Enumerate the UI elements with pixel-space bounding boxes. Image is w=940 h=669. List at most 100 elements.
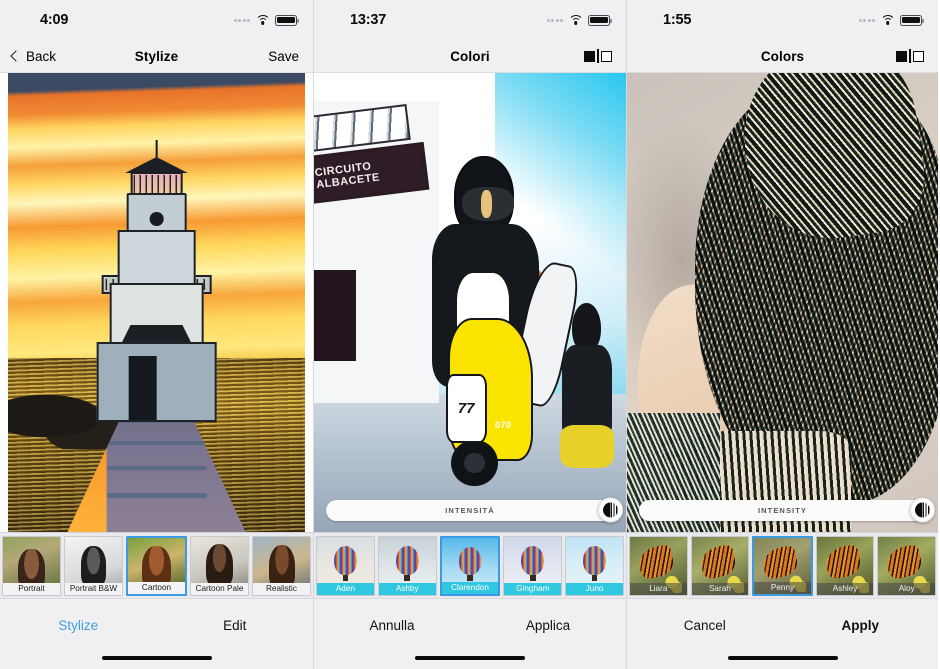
filter-thumb-cartoon[interactable]: Cartoon <box>126 536 187 596</box>
filter-thumb-ashby[interactable]: Ashby <box>377 536 437 596</box>
image-canvas[interactable]: CIRCUITO ALBACETE 77 070 INTENSITÀ <box>314 73 626 532</box>
status-time: 13:37 <box>350 12 387 28</box>
slider-track[interactable]: INTENSITY <box>639 497 935 523</box>
filter-thumb-juno[interactable]: Juno <box>565 536 624 596</box>
back-button[interactable]: Back <box>10 40 57 72</box>
chevron-left-icon <box>10 50 22 62</box>
filter-thumb-aden[interactable]: Aden <box>316 536 375 596</box>
filter-label: Penny <box>754 581 811 594</box>
contrast-icon <box>603 502 618 518</box>
nav-bar: Back Stylize Save <box>0 40 313 73</box>
base-level <box>96 341 217 422</box>
filter-label: Cartoon <box>128 581 185 594</box>
filter-strip[interactable]: Liara Sarah Penny Ashley Aloy <box>627 532 938 598</box>
race-number-secondary: 070 <box>494 420 512 431</box>
nav-bar: Colors <box>627 40 938 73</box>
filter-label: Aden <box>317 582 374 595</box>
filter-label: Ashley <box>816 582 874 595</box>
bottom-actions: Stylize Edit <box>0 599 313 647</box>
slider-label: INTENSITY <box>757 505 808 515</box>
contrast-icon <box>915 502 930 518</box>
bottom-bar: Cancel Apply <box>627 598 938 669</box>
intensity-slider[interactable]: INTENSITY <box>639 497 935 523</box>
filter-label: Ashby <box>378 582 436 595</box>
filter-label: Sarah <box>691 582 749 595</box>
slider-knob[interactable] <box>910 497 935 523</box>
race-number: 77 <box>445 374 487 443</box>
cancel-button[interactable]: Cancel <box>627 614 783 633</box>
screenshot-root: 4:09 Back Stylize Save Portrait Portrait… <box>0 0 940 669</box>
canopy <box>314 103 411 152</box>
wifi-icon <box>880 14 895 26</box>
filter-label: Liara <box>630 582 687 595</box>
filter-thumb-portrait-bw[interactable]: Portrait B&W <box>64 536 123 596</box>
status-bar: 4:09 <box>0 0 313 40</box>
status-time: 4:09 <box>40 12 69 28</box>
page-title: Colors <box>760 48 805 64</box>
cancel-button[interactable]: Annulla <box>314 614 470 633</box>
slider-knob[interactable] <box>598 497 623 523</box>
filter-strip[interactable]: Portrait Portrait B&W Cartoon Cartoon Pa… <box>0 532 313 598</box>
bottom-bar: Annulla Applica <box>314 598 626 669</box>
phone-screen-colori: 13:37 Colori CIRCUITO ALBACETE 77 070 IN… <box>313 0 627 669</box>
status-bar: 13:37 <box>314 0 626 40</box>
slider-track[interactable]: INTENSITÀ <box>326 497 623 523</box>
back-button-label: Back <box>26 48 57 64</box>
portrait-artwork <box>627 73 938 532</box>
filter-thumb-liara[interactable]: Liara <box>629 536 688 596</box>
signal-icon <box>233 18 250 22</box>
filter-thumb-cartoon-pale[interactable]: Cartoon Pale <box>190 536 249 596</box>
compare-button[interactable] <box>584 40 612 72</box>
compare-icon <box>896 49 924 63</box>
lantern-roof <box>125 156 188 173</box>
filter-thumb-ashley[interactable]: Ashley <box>815 536 875 596</box>
save-button-label: Save <box>268 48 299 64</box>
tab-stylize[interactable]: Stylize <box>0 614 157 633</box>
page-title: Colori <box>450 48 490 64</box>
garage-opening <box>314 270 357 362</box>
filter-thumb-realistic[interactable]: Realistic <box>252 536 311 596</box>
filter-thumb-penny[interactable]: Penny <box>752 536 813 596</box>
signal-icon <box>546 18 563 22</box>
filter-thumb-clarendon[interactable]: Clarendon <box>439 536 501 596</box>
status-bar: 1:55 <box>627 0 938 40</box>
motorcycle-artwork: CIRCUITO ALBACETE 77 070 <box>314 73 626 532</box>
apply-button[interactable]: Apply <box>783 614 939 633</box>
intensity-slider[interactable]: INTENSITÀ <box>326 497 623 523</box>
spire <box>155 139 158 159</box>
second-rider <box>557 302 619 468</box>
front-wheel <box>451 439 498 487</box>
upper-level <box>117 230 196 289</box>
filter-thumb-portrait[interactable]: Portrait <box>2 536 61 596</box>
filter-label: Gingham <box>504 582 562 595</box>
mid-level <box>109 283 204 348</box>
image-canvas[interactable]: INTENSITY <box>627 73 938 532</box>
wifi-icon <box>568 14 583 26</box>
battery-icon <box>588 14 613 26</box>
home-indicator <box>0 647 313 669</box>
bottom-actions: Annulla Applica <box>314 599 626 647</box>
filter-label: Realistic <box>253 582 310 595</box>
home-indicator <box>314 647 626 669</box>
apply-button[interactable]: Applica <box>470 614 626 633</box>
filter-strip[interactable]: Aden Ashby Clarendon Gingham Juno <box>314 532 626 598</box>
filter-thumb-gingham[interactable]: Gingham <box>503 536 563 596</box>
filter-label: Juno <box>566 582 623 595</box>
bottom-bar: Stylize Edit <box>0 598 313 669</box>
filter-label: Aloy <box>878 582 935 595</box>
filter-thumb-aloy[interactable]: Aloy <box>877 536 936 596</box>
compare-button[interactable] <box>896 40 924 72</box>
wifi-icon <box>255 14 270 26</box>
battery-icon <box>900 14 925 26</box>
circuit-sign: CIRCUITO ALBACETE <box>314 145 426 202</box>
filter-thumb-sarah[interactable]: Sarah <box>690 536 750 596</box>
save-button[interactable]: Save <box>268 40 299 72</box>
compare-icon <box>584 49 612 63</box>
phone-screen-colors: 1:55 Colors INTENSITY Liara Sarah Penny … <box>627 0 938 669</box>
filter-label: Portrait B&W <box>65 582 122 595</box>
page-title: Stylize <box>134 48 179 64</box>
image-canvas[interactable] <box>0 73 313 532</box>
signal-icon <box>858 18 875 22</box>
status-time: 1:55 <box>663 12 692 28</box>
tab-edit[interactable]: Edit <box>157 614 314 633</box>
